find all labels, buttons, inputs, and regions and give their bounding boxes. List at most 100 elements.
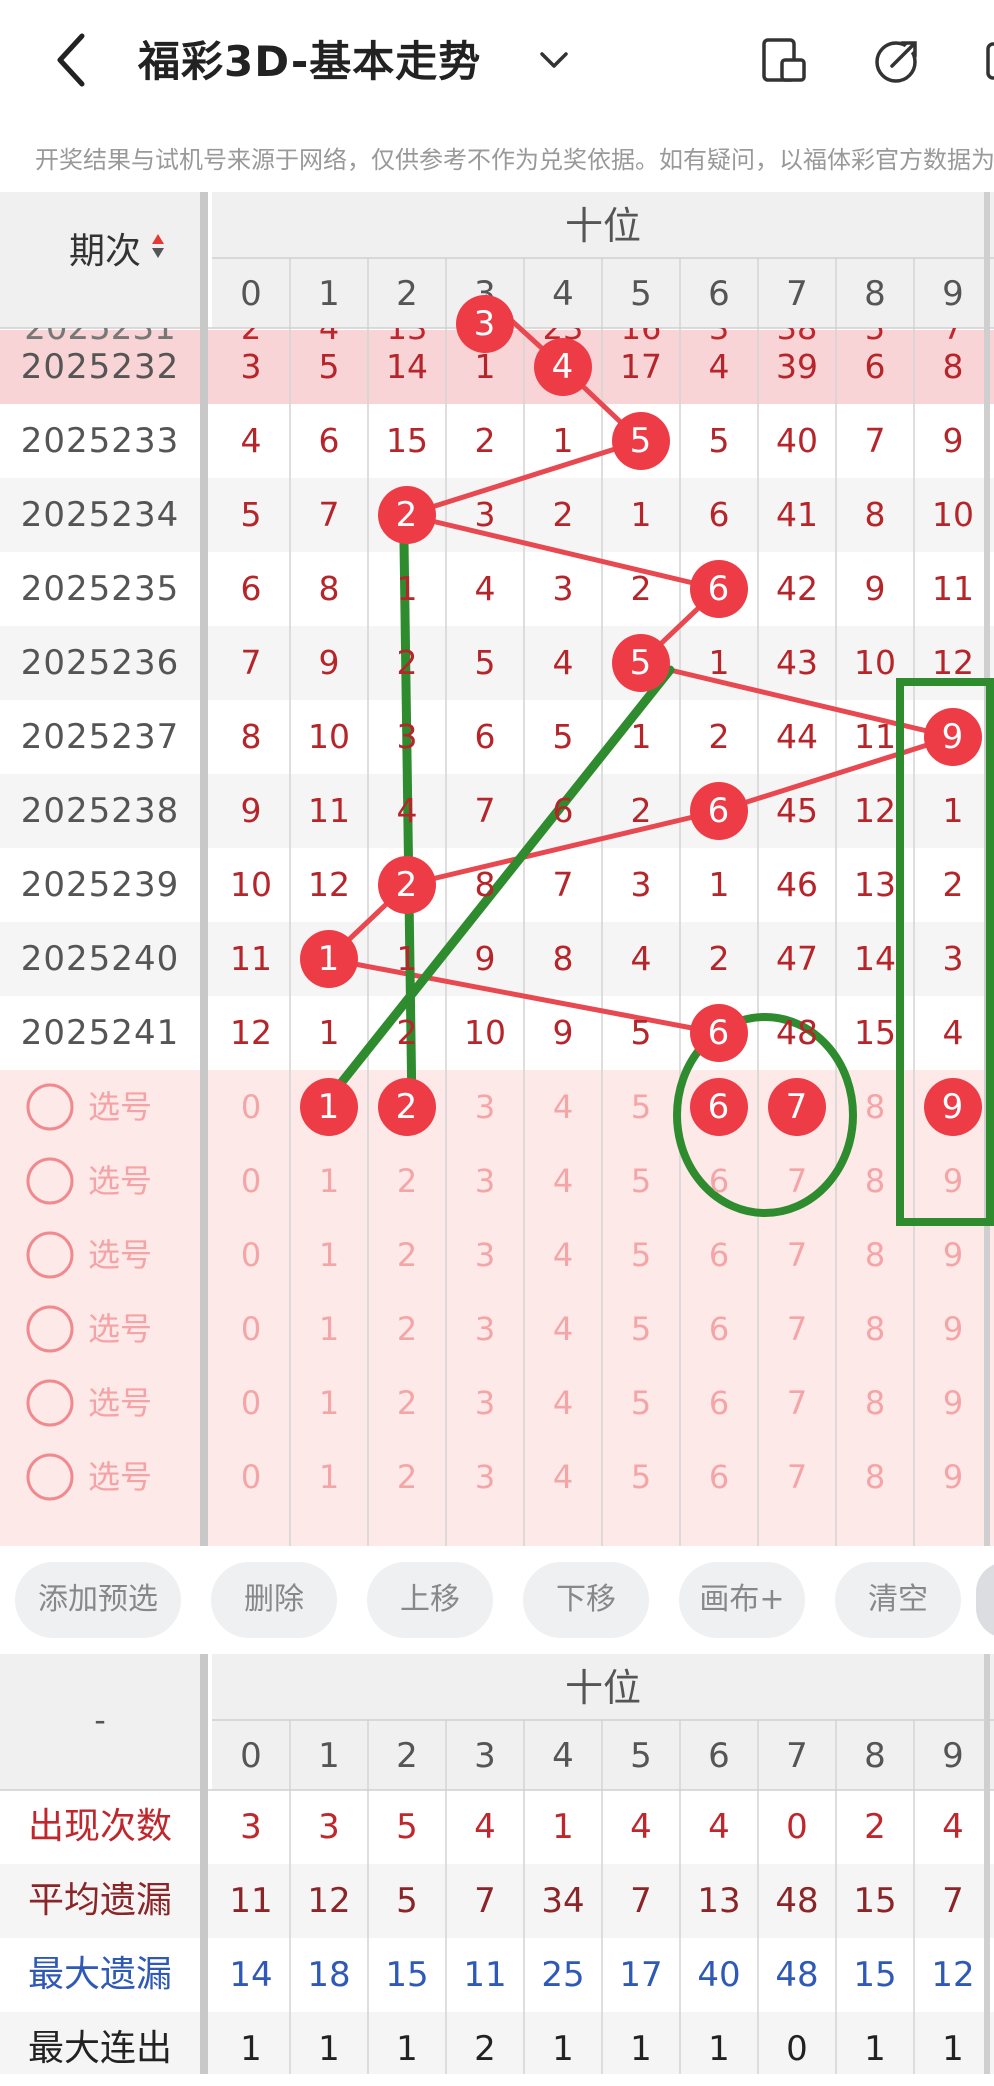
add-preselect-button[interactable]: 添加预选 bbox=[15, 1562, 181, 1638]
value-cell: 8 bbox=[552, 939, 574, 978]
value-cell: 11 bbox=[854, 717, 896, 756]
value-cell: 47 bbox=[776, 939, 818, 978]
value-cell: 1 bbox=[630, 717, 652, 756]
value-cell: 5 bbox=[552, 717, 574, 756]
selected-ball: 6 bbox=[689, 1078, 748, 1136]
select-digit: 0 bbox=[240, 1458, 262, 1496]
stats-value: 4 bbox=[942, 1807, 964, 1847]
value-cell: 2 bbox=[630, 791, 652, 830]
value-cell: 5 bbox=[240, 495, 262, 534]
select-digit: 8 bbox=[864, 1458, 886, 1496]
value-cell: 6 bbox=[552, 791, 574, 830]
digit-header: 6 bbox=[708, 274, 730, 314]
select-digit: 7 bbox=[786, 1458, 808, 1496]
select-label: 选号 bbox=[88, 1088, 153, 1126]
select-digit: 7 bbox=[786, 1310, 808, 1348]
stats-label: 最大遗漏 bbox=[27, 1954, 172, 1995]
digit-header: 5 bbox=[630, 274, 652, 314]
digit-header: 9 bbox=[942, 274, 964, 314]
value-cell: 2 bbox=[474, 421, 496, 460]
hit-ball: 6 bbox=[689, 1004, 748, 1062]
value-cell: 4 bbox=[240, 421, 262, 460]
stats-value: 4 bbox=[630, 1807, 652, 1847]
value-cell: 14 bbox=[386, 347, 428, 386]
select-digit: 7 bbox=[786, 1162, 808, 1200]
select-digit: 3 bbox=[474, 1236, 496, 1274]
select-digit: 8 bbox=[864, 1310, 886, 1348]
select-label: 选号 bbox=[88, 1310, 153, 1348]
select-digit: 4 bbox=[552, 1162, 574, 1200]
stats-corner: - bbox=[94, 1701, 106, 1739]
value-cell: 8 bbox=[474, 865, 496, 904]
more-icon[interactable] bbox=[984, 34, 994, 86]
select-digit: 5 bbox=[630, 1310, 652, 1348]
stats-value: 5 bbox=[396, 1807, 418, 1847]
value-cell: 4 bbox=[708, 347, 730, 386]
select-digit: 1 bbox=[318, 1236, 340, 1274]
value-cell: 46 bbox=[776, 865, 818, 904]
value-cell: 7 bbox=[240, 643, 262, 682]
value-cell: 1 bbox=[318, 1013, 340, 1052]
digit-header: 0 bbox=[240, 1736, 262, 1776]
share-icon[interactable] bbox=[872, 34, 924, 86]
digit-header: 1 bbox=[318, 274, 340, 314]
value-cell: 2 bbox=[942, 865, 964, 904]
value-cell: 44 bbox=[776, 717, 818, 756]
select-digit: 1 bbox=[318, 1162, 340, 1200]
hit-ball: 2 bbox=[377, 486, 436, 544]
period-cell: 2025237 bbox=[20, 717, 180, 757]
value-cell: 2 bbox=[552, 495, 574, 534]
stats-value: 1 bbox=[630, 2029, 652, 2069]
back-icon[interactable] bbox=[48, 30, 98, 90]
select-digit: 4 bbox=[552, 1384, 574, 1422]
value-cell: 2 bbox=[708, 717, 730, 756]
value-cell: 17 bbox=[620, 347, 662, 386]
period-cell: 2025234 bbox=[20, 495, 180, 535]
value-cell: 6 bbox=[474, 717, 496, 756]
value-cell: 4 bbox=[396, 791, 418, 830]
hit-ball: 1 bbox=[299, 930, 358, 988]
stats-value: 1 bbox=[708, 2029, 730, 2069]
selected-ball: 7 bbox=[767, 1078, 826, 1136]
period-cell: 2025233 bbox=[20, 421, 180, 461]
chevron-down-icon[interactable] bbox=[534, 40, 574, 80]
digit-header: 5 bbox=[630, 1736, 652, 1776]
select-digit: 5 bbox=[630, 1088, 652, 1126]
clear-button[interactable]: 清空 bbox=[835, 1562, 961, 1638]
stats-value: 0 bbox=[786, 2029, 808, 2069]
digit-header: 3 bbox=[474, 1736, 496, 1776]
delete-button[interactable]: 删除 bbox=[211, 1562, 337, 1638]
value-cell: 1 bbox=[708, 865, 730, 904]
value-cell: 2 bbox=[396, 1013, 418, 1052]
digit-header: 6 bbox=[708, 1736, 730, 1776]
stats-value: 15 bbox=[385, 1955, 429, 1995]
hit-ball: 5 bbox=[611, 634, 670, 692]
select-digit: 9 bbox=[942, 1236, 964, 1274]
more-button[interactable] bbox=[976, 1562, 994, 1638]
canvas-plus-button[interactable]: 画布+ bbox=[679, 1562, 805, 1638]
move-down-button[interactable]: 下移 bbox=[523, 1562, 649, 1638]
digit-header: 0 bbox=[240, 274, 262, 314]
select-digit: 2 bbox=[396, 1458, 418, 1496]
value-cell: 5 bbox=[708, 421, 730, 460]
value-cell: 7 bbox=[474, 791, 496, 830]
value-cell: 9 bbox=[474, 939, 496, 978]
value-cell: 5 bbox=[474, 643, 496, 682]
digit-header: 4 bbox=[552, 274, 574, 314]
stats-value: 1 bbox=[318, 2029, 340, 2069]
digit-header: 8 bbox=[864, 274, 886, 314]
digit-header: 1 bbox=[318, 1736, 340, 1776]
device-icon[interactable] bbox=[758, 34, 810, 86]
stats-label: 出现次数 bbox=[27, 1806, 172, 1847]
digit-header: 2 bbox=[396, 274, 418, 314]
value-cell: 2 bbox=[630, 569, 652, 608]
select-digit: 1 bbox=[318, 1384, 340, 1422]
select-digit: 0 bbox=[240, 1162, 262, 1200]
hit-ball: 2 bbox=[377, 856, 436, 914]
move-up-button[interactable]: 上移 bbox=[367, 1562, 493, 1638]
value-cell: 6 bbox=[240, 569, 262, 608]
stats-value: 1 bbox=[942, 2029, 964, 2069]
select-digit: 5 bbox=[630, 1162, 652, 1200]
select-digit: 3 bbox=[474, 1162, 496, 1200]
select-digit: 6 bbox=[708, 1310, 730, 1348]
